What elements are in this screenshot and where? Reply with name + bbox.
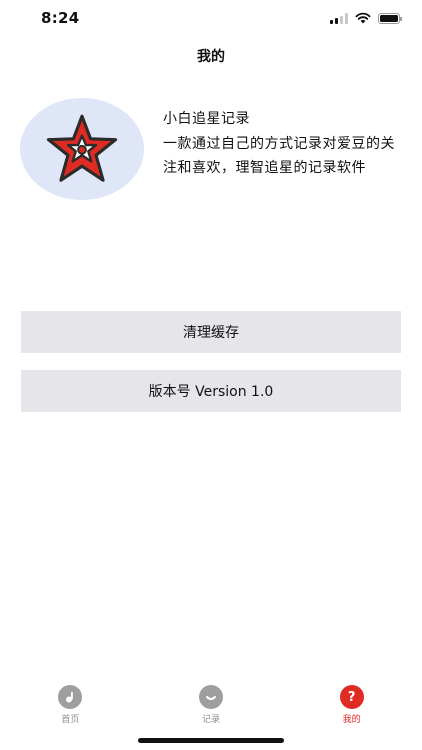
app-logo	[20, 98, 144, 200]
cellular-signal-icon	[330, 12, 348, 24]
tab-records-label: 记录	[202, 715, 221, 725]
tab-mine[interactable]: ? 我的	[281, 676, 422, 726]
app-name: 小白追星记录	[163, 111, 250, 127]
status-icons	[330, 12, 402, 24]
question-icon: ?	[339, 685, 364, 709]
tab-records[interactable]: 记录	[141, 676, 282, 726]
chat-bubble-icon	[199, 685, 223, 709]
clear-cache-button[interactable]: 清理缓存	[21, 311, 401, 353]
app-description: 一款通过自己的方式记录对爱豆的关注和喜欢，理智追星的记录软件	[163, 136, 395, 176]
tab-home-label: 首页	[61, 715, 80, 725]
version-row: 版本号 Version 1.0	[21, 370, 401, 412]
status-bar: 8:24	[0, 0, 422, 40]
page-title: 我的	[197, 49, 225, 65]
wifi-icon	[355, 12, 371, 24]
battery-icon	[378, 12, 402, 24]
tab-home[interactable]: 首页	[0, 676, 141, 726]
status-time: 8:24	[41, 9, 80, 27]
tab-mine-label: 我的	[342, 715, 361, 725]
tab-bar: 首页 记录 ? 我的	[0, 676, 422, 726]
music-note-icon	[58, 685, 83, 709]
star-logo-icon	[46, 114, 118, 182]
home-indicator	[138, 738, 284, 743]
